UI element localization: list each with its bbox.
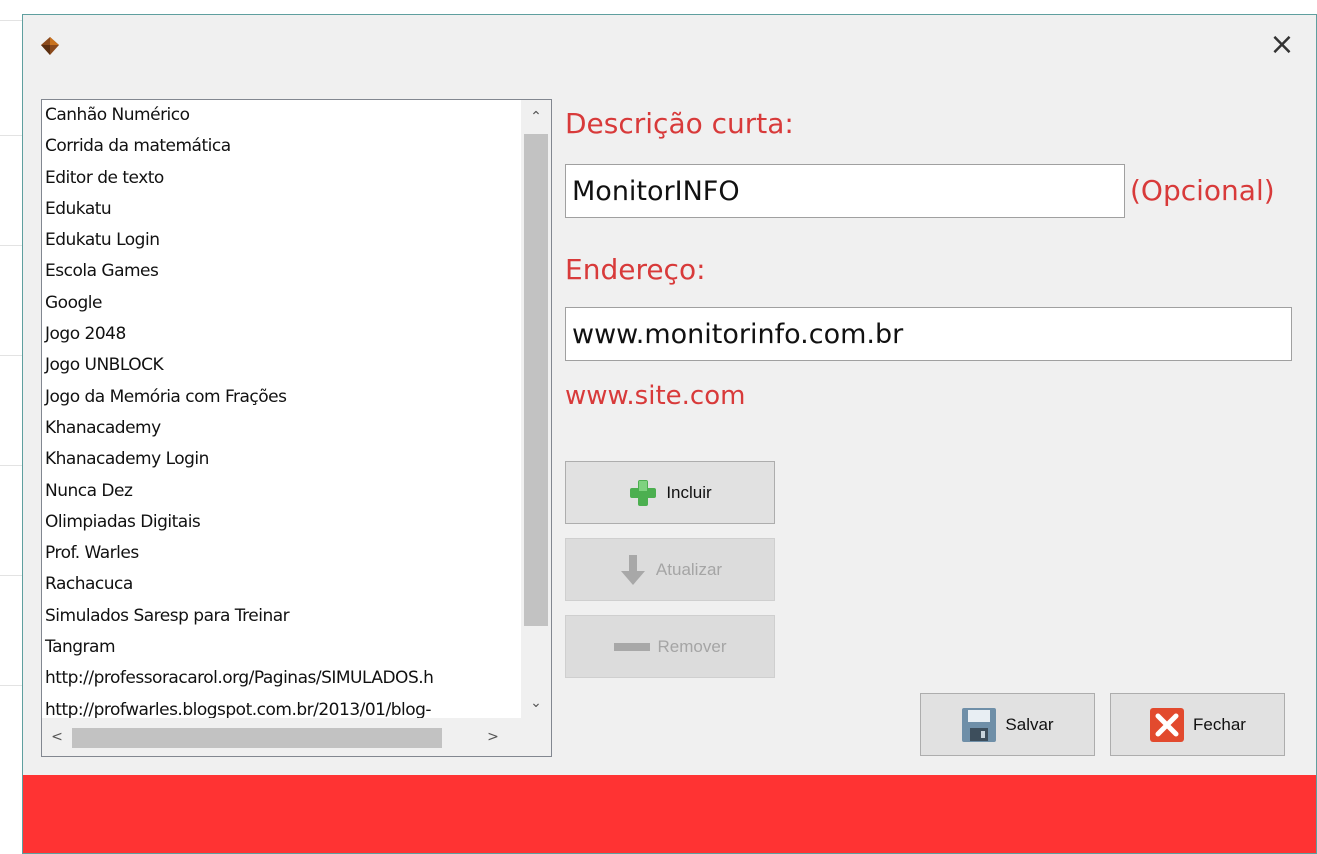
floppy-disk-icon: [962, 707, 997, 742]
include-button-label: Incluir: [666, 482, 712, 502]
list-item[interactable]: Edukatu Login: [42, 225, 517, 256]
minus-icon: [613, 642, 650, 651]
list-item[interactable]: Olimpiadas Digitais: [42, 507, 517, 538]
horizontal-scrollbar[interactable]: < >: [42, 718, 551, 756]
dialog-window: × Canhão Numérico Corrida da matemática Ed…: [22, 14, 1317, 854]
list-item[interactable]: Edukatu: [42, 194, 517, 225]
vertical-scroll-thumb[interactable]: [524, 134, 548, 626]
background-line: [0, 575, 22, 576]
background-line: [0, 685, 22, 686]
list-item[interactable]: Corrida da matemática: [42, 131, 517, 162]
address-field[interactable]: [565, 307, 1292, 361]
save-button-label: Salvar: [1005, 714, 1054, 734]
list-items: Canhão Numérico Corrida da matemática Edit…: [42, 100, 517, 718]
close-icon[interactable]: ×: [1266, 29, 1298, 61]
scroll-left-icon[interactable]: <: [42, 722, 72, 752]
list-item[interactable]: Khanacademy: [42, 413, 517, 444]
list-item[interactable]: Prof. Warles: [42, 538, 517, 569]
list-item[interactable]: Escola Games: [42, 256, 517, 287]
list-item[interactable]: Jogo da Memória com Frações: [42, 382, 517, 413]
footer-bar: [23, 775, 1316, 853]
list-item[interactable]: http://professoracarol.org/Paginas/SIMUL…: [42, 663, 517, 694]
scrollbar-corner: [521, 718, 551, 756]
arrow-down-icon: [620, 554, 645, 585]
description-field[interactable]: [565, 164, 1125, 218]
background-line: [0, 245, 22, 246]
address-hint: www.site.com: [565, 381, 746, 411]
background-line: [0, 355, 22, 356]
background-line: [0, 465, 22, 466]
list-item[interactable]: Nunca Dez: [42, 476, 517, 507]
save-button[interactable]: Salvar: [920, 693, 1095, 756]
optional-label: (Opcional): [1130, 174, 1275, 207]
list-item[interactable]: Khanacademy Login: [42, 444, 517, 475]
scroll-right-icon[interactable]: >: [478, 722, 508, 752]
list-item[interactable]: Jogo 2048: [42, 319, 517, 350]
list-item[interactable]: Editor de texto: [42, 163, 517, 194]
address-label: Endereço:: [565, 253, 706, 286]
scroll-down-icon[interactable]: ⌄: [521, 688, 551, 718]
description-label: Descrição curta:: [565, 107, 794, 140]
list-item[interactable]: Canhão Numérico: [42, 100, 517, 131]
update-button[interactable]: Atualizar: [565, 538, 775, 601]
horizontal-scroll-thumb[interactable]: [72, 728, 442, 748]
vertical-scrollbar[interactable]: ⌃ ⌄: [521, 100, 551, 718]
background-line: [0, 135, 22, 136]
list-item[interactable]: Rachacuca: [42, 569, 517, 600]
plus-icon: [630, 479, 657, 506]
sites-listbox[interactable]: Canhão Numérico Corrida da matemática Edit…: [41, 99, 552, 757]
list-item[interactable]: Tangram: [42, 632, 517, 663]
app-icon: [41, 37, 59, 55]
list-item[interactable]: Google: [42, 288, 517, 319]
update-button-label: Atualizar: [655, 559, 723, 579]
scroll-up-icon[interactable]: ⌃: [521, 102, 551, 132]
close-button-label: Fechar: [1193, 714, 1246, 734]
close-x-icon: [1150, 707, 1185, 742]
remove-button-label: Remover: [657, 636, 727, 656]
list-item[interactable]: http://profwarles.blogspot.com.br/2013/0…: [42, 695, 517, 718]
list-item[interactable]: Jogo UNBLOCK: [42, 350, 517, 381]
list-item[interactable]: Simulados Saresp para Treinar: [42, 601, 517, 632]
include-button[interactable]: Incluir: [565, 461, 775, 524]
close-button[interactable]: Fechar: [1110, 693, 1285, 756]
background-line: [0, 20, 22, 21]
remove-button[interactable]: Remover: [565, 615, 775, 678]
title-bar: ×: [23, 15, 1316, 83]
